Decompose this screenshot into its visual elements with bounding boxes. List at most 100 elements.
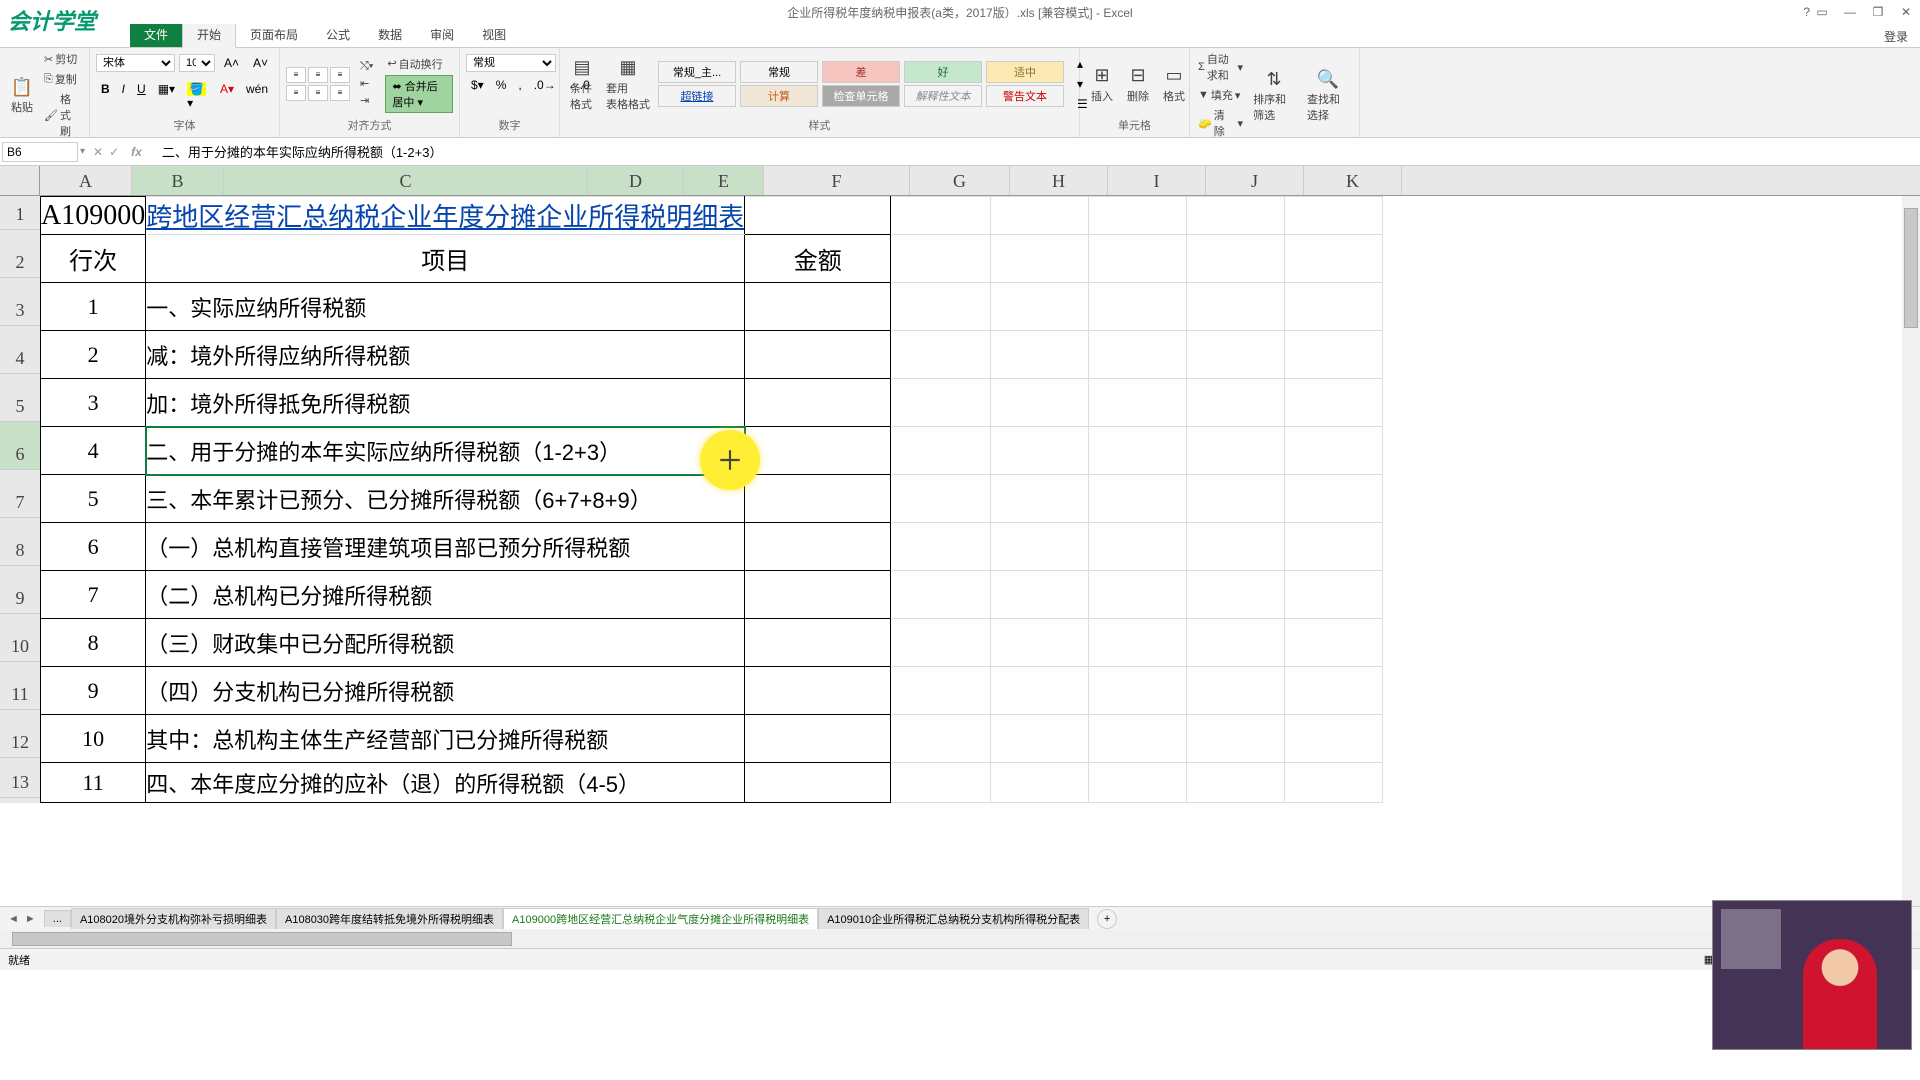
delete-cells-button[interactable]: ⊟删除 [1122, 62, 1154, 106]
minimize-icon[interactable]: — [1840, 2, 1860, 22]
row-txt[interactable]: 三、本年累计已预分、已分摊所得税额（6+7+8+9） [146, 475, 745, 523]
sheet-tab-4[interactable]: A109010企业所得税汇总纳税分支机构所得税分配表 [818, 908, 1089, 929]
sheet-tab-dots[interactable]: ... [44, 910, 71, 927]
row-num[interactable]: 7 [41, 571, 146, 619]
merge-center-button[interactable]: ⬌ 合并后居中 ▾ [385, 75, 453, 113]
italic-button[interactable]: I [117, 80, 130, 112]
phonetic-button[interactable]: wén [241, 80, 273, 112]
hdr-je[interactable]: 金额 [745, 235, 891, 283]
style-explain[interactable]: 解释性文本 [904, 85, 982, 107]
col-G[interactable]: G [910, 166, 1010, 195]
row-num[interactable]: 9 [41, 667, 146, 715]
sheet-nav-prev[interactable]: ◄ [8, 913, 19, 925]
col-K[interactable]: K [1304, 166, 1402, 195]
col-B[interactable]: B [132, 166, 224, 195]
border-button[interactable]: ▦▾ [153, 80, 180, 112]
paste-button[interactable]: 📋 粘贴 [6, 73, 38, 117]
name-box[interactable] [2, 142, 78, 162]
sheet-tab-2[interactable]: A108030跨年度结转抵免境外所得税明细表 [276, 908, 503, 929]
table-format-button[interactable]: ▦套用 表格格式 [602, 54, 654, 114]
indent-inc-button[interactable]: ⇥ [358, 93, 375, 108]
font-size-select[interactable]: 10 [179, 54, 215, 72]
style-good[interactable]: 好 [904, 61, 982, 83]
row-num[interactable]: 11 [41, 763, 146, 803]
row-3[interactable]: 3 [0, 278, 40, 326]
cell-code[interactable]: A109000 [41, 197, 146, 235]
sort-filter-button[interactable]: ⇅排序和筛选 [1249, 65, 1299, 125]
style-hyperlink[interactable]: 超链接 [658, 85, 736, 107]
hdr-xm[interactable]: 项目 [146, 235, 745, 283]
sheet-tab-3[interactable]: A109000跨地区经营汇总纳税企业气度分摊企业所得税明细表 [503, 908, 818, 929]
col-I[interactable]: I [1108, 166, 1206, 195]
vertical-scrollbar[interactable] [1902, 196, 1920, 906]
indent-dec-button[interactable]: ⇤ [358, 76, 375, 91]
style-warn[interactable]: 警告文本 [986, 85, 1064, 107]
shrink-font-button[interactable]: A˅ [248, 54, 273, 72]
sheet-nav-next[interactable]: ► [25, 913, 36, 925]
fx-icon[interactable]: fx [125, 145, 148, 159]
row-txt[interactable]: 减：境外所得应纳所得税额 [146, 331, 745, 379]
bold-button[interactable]: B [96, 80, 115, 112]
tab-home[interactable]: 开始 [182, 21, 236, 48]
align-grid[interactable]: ≡≡≡≡≡≡ [286, 67, 350, 101]
select-all-corner[interactable] [0, 166, 40, 195]
horizontal-scrollbar[interactable] [0, 930, 1920, 948]
style-normal[interactable]: 常规 [740, 61, 818, 83]
row-num[interactable]: 5 [41, 475, 146, 523]
percent-button[interactable]: % [491, 76, 512, 94]
row-5[interactable]: 5 [0, 374, 40, 422]
font-name-select[interactable]: 宋体 [96, 54, 175, 72]
row-num[interactable]: 1 [41, 283, 146, 331]
style-bad[interactable]: 差 [822, 61, 900, 83]
row-txt[interactable]: （四）分支机构已分摊所得税额 [146, 667, 745, 715]
row-txt[interactable]: 四、本年度应分摊的应补（退）的所得税额（4-5） [146, 763, 745, 803]
close-icon[interactable]: ✕ [1896, 2, 1916, 22]
col-C[interactable]: C [224, 166, 588, 195]
row-txt[interactable]: 一、实际应纳所得税额 [146, 283, 745, 331]
row-txt[interactable]: （三）财政集中已分配所得税额 [146, 619, 745, 667]
row-num[interactable]: 4 [41, 427, 146, 475]
style-check[interactable]: 检查单元格 [822, 85, 900, 107]
copy-button[interactable]: ⎘复制 [42, 70, 83, 88]
row-num[interactable]: 10 [41, 715, 146, 763]
formula-input[interactable] [156, 142, 1920, 161]
row-9[interactable]: 9 [0, 566, 40, 614]
find-select-button[interactable]: 🔍查找和选择 [1303, 65, 1353, 125]
wrap-text-button[interactable]: ↩自动换行 [385, 55, 453, 73]
row-4[interactable]: 4 [0, 326, 40, 374]
row-2[interactable]: 2 [0, 230, 40, 278]
ribbon-opts-icon[interactable]: ▭ [1812, 2, 1832, 22]
help-icon[interactable]: ? [1803, 5, 1810, 19]
number-format-select[interactable]: 常规 [466, 54, 556, 72]
row-10[interactable]: 10 [0, 614, 40, 662]
tab-formula[interactable]: 公式 [312, 22, 364, 47]
clear-button[interactable]: 🧽清除▾ [1196, 106, 1245, 140]
row-6[interactable]: 6 [0, 422, 40, 470]
underline-button[interactable]: U [132, 80, 151, 112]
login-link[interactable]: 登录 [1884, 28, 1908, 45]
row-txt-selected[interactable]: 二、用于分摊的本年实际应纳所得税额（1-2+3） [146, 427, 745, 475]
format-cells-button[interactable]: ▭格式 [1158, 62, 1190, 106]
row-8[interactable]: 8 [0, 518, 40, 566]
enter-icon[interactable]: ✓ [109, 145, 119, 159]
grid[interactable]: A109000 跨地区经营汇总纳税企业年度分摊企业所得税明细表 行次 项目 金额… [40, 196, 1383, 803]
row-txt[interactable]: 加：境外所得抵免所得税额 [146, 379, 745, 427]
cond-format-button[interactable]: ▤条件格式 [566, 54, 598, 114]
tab-file[interactable]: 文件 [130, 22, 182, 47]
tab-data[interactable]: 数据 [364, 22, 416, 47]
cell-title[interactable]: 跨地区经营汇总纳税企业年度分摊企业所得税明细表 [146, 197, 745, 235]
style-neutral[interactable]: 适中 [986, 61, 1064, 83]
row-num[interactable]: 2 [41, 331, 146, 379]
col-E[interactable]: E [684, 166, 764, 195]
maximize-icon[interactable]: ❐ [1868, 2, 1888, 22]
hdr-xc[interactable]: 行次 [41, 235, 146, 283]
inc-decimal-button[interactable]: .0→ [529, 76, 561, 94]
fill-color-button[interactable]: 🪣▾ [182, 80, 213, 112]
currency-button[interactable]: $▾ [466, 76, 489, 94]
row-txt[interactable]: （一）总机构直接管理建筑项目部已预分所得税额 [146, 523, 745, 571]
row-txt[interactable]: 其中：总机构主体生产经营部门已分摊所得税额 [146, 715, 745, 763]
col-H[interactable]: H [1010, 166, 1108, 195]
tab-view[interactable]: 视图 [468, 22, 520, 47]
style-calc[interactable]: 计算 [740, 85, 818, 107]
row-txt[interactable]: （二）总机构已分摊所得税额 [146, 571, 745, 619]
